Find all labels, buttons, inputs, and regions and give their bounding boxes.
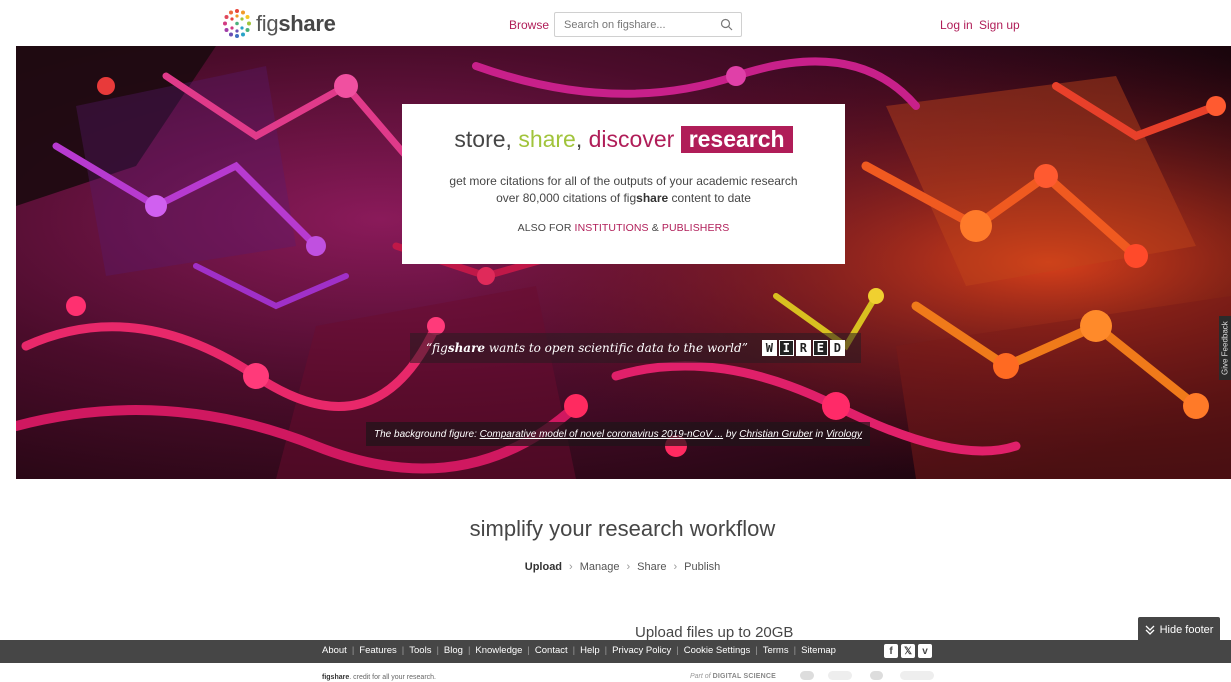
social-links: f 𝕏 v bbox=[884, 644, 932, 658]
wired-quote: “figshare wants to open scientific data … bbox=[410, 333, 861, 363]
search-input[interactable] bbox=[555, 13, 715, 36]
hero-description: get more citations for all of the output… bbox=[402, 173, 845, 207]
tagline-store: store, bbox=[454, 126, 512, 152]
signup-link[interactable]: Sign up bbox=[979, 18, 1020, 32]
footer-link-about[interactable]: About bbox=[322, 645, 347, 656]
footer-link-terms[interactable]: Terms bbox=[763, 645, 789, 656]
tagline-comma: , bbox=[575, 126, 583, 152]
tagline-discover: discover bbox=[588, 126, 675, 152]
header: figshare Browse Log in Sign up bbox=[0, 0, 1231, 46]
hero-card: store, share, discover research get more… bbox=[402, 104, 845, 264]
footer-link-contact[interactable]: Contact bbox=[535, 645, 568, 656]
partner-logo-4[interactable] bbox=[900, 671, 934, 680]
chevron-right-icon: › bbox=[673, 561, 678, 573]
step-upload[interactable]: Upload bbox=[525, 561, 562, 573]
partner-logo-2[interactable] bbox=[828, 671, 852, 680]
digital-science-logo[interactable]: Part of DIGITAL SCIENCE bbox=[690, 673, 776, 680]
quote-text: “figshare wants to open scientific data … bbox=[426, 341, 748, 355]
caption-author-link[interactable]: Christian Gruber bbox=[739, 429, 812, 440]
institutions-link[interactable]: INSTITUTIONS bbox=[575, 222, 649, 234]
footer-link-features[interactable]: Features bbox=[359, 645, 397, 656]
figshare-logo[interactable]: figshare bbox=[220, 8, 336, 40]
page: figshare Browse Log in Sign up bbox=[0, 0, 1231, 682]
footer-credit: figshare. credit for all your research. bbox=[322, 674, 436, 681]
hide-footer-button[interactable]: Hide footer bbox=[1138, 617, 1220, 642]
caption-category-link[interactable]: Virology bbox=[826, 429, 862, 440]
step-manage[interactable]: Manage bbox=[580, 561, 620, 573]
double-chevron-down-icon bbox=[1145, 625, 1155, 635]
footer-link-knowledge[interactable]: Knowledge bbox=[475, 645, 522, 656]
tagline-research: research bbox=[680, 126, 793, 153]
login-link[interactable]: Log in bbox=[940, 18, 973, 32]
footer-sub: figshare. credit for all your research. … bbox=[0, 663, 1231, 682]
give-feedback-tab[interactable]: Give Feedback bbox=[1219, 316, 1231, 380]
chevron-right-icon: › bbox=[626, 561, 631, 573]
step-publish[interactable]: Publish bbox=[684, 561, 720, 573]
figshare-logo-icon bbox=[223, 9, 251, 38]
hero-desc-line2: over 80,000 citations of figshare conten… bbox=[496, 191, 751, 205]
publishers-link[interactable]: PUBLISHERS bbox=[662, 222, 730, 234]
upload-heading: Upload files up to 20GB bbox=[635, 624, 794, 641]
footer-link-blog[interactable]: Blog bbox=[444, 645, 463, 656]
background-caption: The background figure: Comparative model… bbox=[366, 422, 870, 446]
x-twitter-icon[interactable]: 𝕏 bbox=[901, 644, 915, 658]
footer-link-help[interactable]: Help bbox=[580, 645, 600, 656]
facebook-icon[interactable]: f bbox=[884, 644, 898, 658]
footer-link-sitemap[interactable]: Sitemap bbox=[801, 645, 836, 656]
also-for-line: ALSO FOR INSTITUTIONS & PUBLISHERS bbox=[517, 222, 730, 234]
vimeo-icon[interactable]: v bbox=[918, 644, 932, 658]
hero-tagline: store, share, discover research bbox=[402, 126, 845, 153]
footer-bar: About | Features | Tools | Blog | Knowledge | Cont… bbox=[0, 640, 1231, 663]
partner-logo-3[interactable] bbox=[870, 671, 883, 680]
partner-logo-1[interactable] bbox=[800, 671, 814, 680]
footer-links: About | Features | Tools | Blog | Knowledge | Cont… bbox=[322, 645, 836, 656]
footer-link-privacy[interactable]: Privacy Policy bbox=[612, 645, 671, 656]
browse-link[interactable]: Browse bbox=[509, 18, 549, 32]
workflow-steps: Upload › Manage › Share › Publish bbox=[0, 561, 1231, 573]
search-icon[interactable] bbox=[720, 18, 733, 31]
caption-title-link[interactable]: Comparative model of novel coronavirus 2… bbox=[480, 429, 723, 440]
workflow-title: simplify your research workflow bbox=[469, 516, 776, 541]
hero-banner: store, share, discover research get more… bbox=[16, 46, 1231, 479]
footer-link-tools[interactable]: Tools bbox=[409, 645, 431, 656]
footer-link-cookies[interactable]: Cookie Settings bbox=[684, 645, 751, 656]
logo-text: figshare bbox=[256, 11, 336, 36]
tagline-share: share bbox=[518, 126, 576, 152]
hero-desc-line1: get more citations for all of the output… bbox=[449, 174, 798, 188]
search-box[interactable] bbox=[554, 12, 742, 37]
chevron-right-icon: › bbox=[569, 561, 573, 573]
step-share[interactable]: Share bbox=[637, 561, 666, 573]
wired-logo: W I R E D bbox=[761, 340, 845, 356]
